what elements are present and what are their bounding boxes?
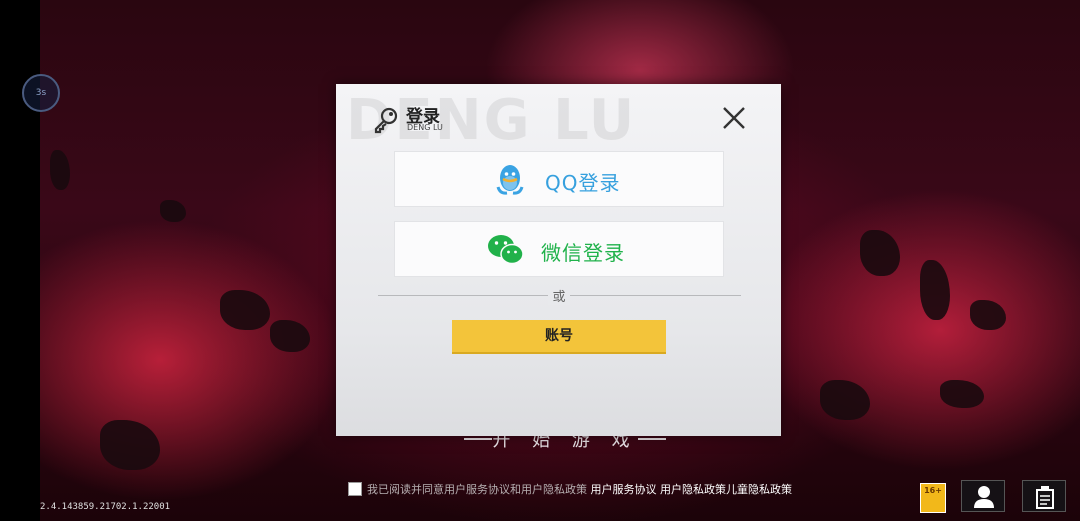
divider-text: 或 bbox=[548, 286, 570, 305]
close-icon[interactable] bbox=[720, 104, 748, 132]
wechat-login-button[interactable]: 微信登录 bbox=[394, 221, 724, 277]
user-icon bbox=[974, 486, 994, 508]
children-privacy-link[interactable]: 儿童隐私政策 bbox=[726, 483, 792, 496]
login-dialog: DENG LU 登录 DENG LU QQ登录 微信登录 或 账号 bbox=[336, 84, 781, 436]
agreement-checkbox[interactable] bbox=[348, 482, 362, 496]
key-icon bbox=[374, 107, 398, 134]
wechat-icon bbox=[488, 235, 524, 265]
version-text: 2.4.143859.21702.1.22001 bbox=[40, 502, 171, 512]
notice-icon bbox=[1036, 486, 1054, 509]
side-badge[interactable]: 3s bbox=[22, 74, 60, 112]
notice-button[interactable] bbox=[1022, 480, 1066, 512]
qq-penguin-icon bbox=[496, 165, 524, 195]
agreement-text: 我已阅读并同意用户服务协议和用户隐私政策 bbox=[367, 483, 587, 496]
qq-login-button[interactable]: QQ登录 bbox=[394, 151, 724, 207]
dialog-subtitle: DENG LU bbox=[407, 123, 443, 132]
user-center-button[interactable] bbox=[961, 480, 1005, 512]
wechat-login-label: 微信登录 bbox=[541, 241, 625, 265]
service-agreement-link[interactable]: 用户服务协议 bbox=[591, 483, 657, 496]
age-rating-badge[interactable]: 16+ bbox=[920, 483, 946, 513]
account-login-button[interactable]: 账号 bbox=[452, 320, 666, 354]
age-rating-text: 16+ bbox=[924, 486, 942, 495]
privacy-policy-link[interactable]: 用户隐私政策 bbox=[660, 483, 726, 496]
qq-login-label: QQ登录 bbox=[545, 171, 621, 195]
